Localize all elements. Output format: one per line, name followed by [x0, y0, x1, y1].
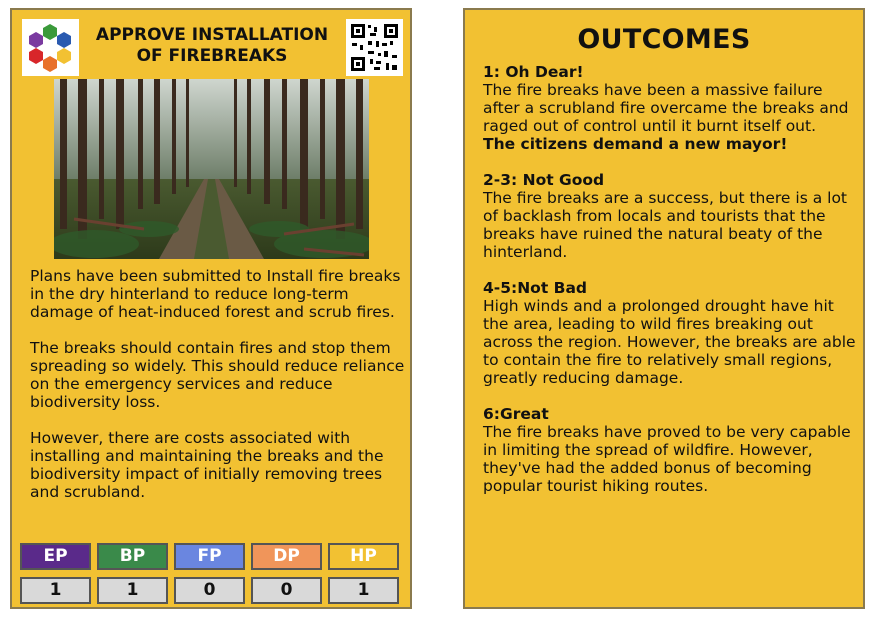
outcome-text: The fire breaks have proved to be very c…: [483, 423, 851, 495]
outcome-text: The fire breaks have been a massive fail…: [483, 81, 849, 135]
stat-label-fp: FP: [174, 543, 245, 570]
forest-path-image: [54, 79, 369, 259]
hexagon-logo-icon: [22, 19, 79, 76]
outcome-text: The fire breaks are a success, but there…: [483, 189, 848, 261]
description-paragraph: However, there are costs associated with…: [30, 429, 384, 501]
outcome-heading: 6:Great: [483, 405, 549, 423]
outcome-item: 1: Oh Dear! The fire breaks have been a …: [483, 63, 861, 153]
stat-value-dp: 0: [251, 577, 322, 604]
stat-value-bp: 1: [97, 577, 168, 604]
stats-table: EP BP FP DP HP 1 1 0 0 1: [20, 543, 404, 604]
card-description: Plans have been submitted to Install fir…: [30, 267, 408, 519]
qr-code-icon[interactable]: [346, 19, 403, 76]
stat-label-ep: EP: [20, 543, 91, 570]
outcome-text: High winds and a prolonged drought have …: [483, 297, 856, 387]
description-paragraph: Plans have been submitted to Install fir…: [30, 267, 401, 321]
outcome-heading: 1: Oh Dear!: [483, 63, 584, 81]
outcomes-title: OUTCOMES: [577, 24, 751, 55]
outcomes-list: 1: Oh Dear! The fire breaks have been a …: [483, 63, 861, 513]
stat-value-fp: 0: [174, 577, 245, 604]
event-card: APPROVE INSTALLATION OF FIREBREAKS Plans…: [10, 8, 412, 609]
stat-label-hp: HP: [328, 543, 399, 570]
outcome-emphasis: The citizens demand a new mayor!: [483, 135, 788, 153]
outcome-heading: 4-5:Not Bad: [483, 279, 587, 297]
stat-label-dp: DP: [251, 543, 322, 570]
stat-label-bp: BP: [97, 543, 168, 570]
card-title: APPROVE INSTALLATION OF FIREBREAKS: [95, 25, 329, 66]
description-paragraph: The breaks should contain fires and stop…: [30, 339, 405, 411]
outcome-item: 6:Great The fire breaks have proved to b…: [483, 405, 861, 495]
outcome-item: 4-5:Not Bad High winds and a prolonged d…: [483, 279, 861, 387]
stat-value-ep: 1: [20, 577, 91, 604]
outcomes-card: OUTCOMES 1: Oh Dear! The fire breaks hav…: [463, 8, 865, 609]
stat-value-hp: 1: [328, 577, 399, 604]
outcome-item: 2-3: Not Good The fire breaks are a succ…: [483, 171, 861, 261]
outcome-heading: 2-3: Not Good: [483, 171, 605, 189]
